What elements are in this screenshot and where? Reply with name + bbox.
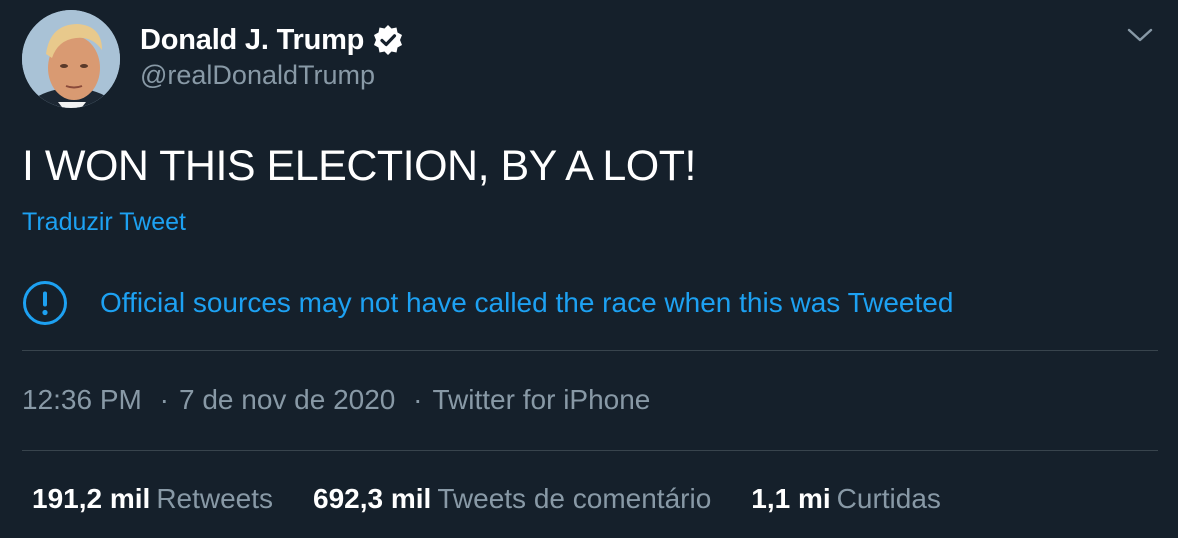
election-notice[interactable]: Official sources may not have called the… — [22, 280, 953, 326]
divider — [22, 450, 1158, 451]
tweet-meta: 12:36 PM · 7 de nov de 2020 · Twitter for … — [22, 384, 650, 416]
retweets-count: 191,2 mil — [32, 483, 151, 514]
display-name[interactable]: Donald J. Trump — [140, 24, 364, 57]
meta-separator: · — [413, 384, 423, 415]
chevron-down-icon[interactable] — [1126, 24, 1154, 46]
avatar-image — [22, 10, 120, 108]
avatar[interactable] — [22, 10, 120, 108]
exclamation-circle-icon — [22, 280, 68, 326]
retweets-stat[interactable]: 191,2 mil Retweets — [32, 483, 273, 515]
likes-label: Curtidas — [836, 483, 941, 514]
name-row: Donald J. Trump — [140, 22, 406, 58]
tweet-source[interactable]: Twitter for iPhone — [433, 384, 651, 416]
tweet-time[interactable]: 12:36 PM — [22, 384, 142, 416]
quote-tweets-stat[interactable]: 692,3 mil Tweets de comentário — [313, 483, 711, 515]
tweet-card: Donald J. Trump @realDonaldTrump I WON T… — [0, 0, 1178, 538]
tweet-date[interactable]: 7 de nov de 2020 — [179, 384, 395, 416]
divider — [22, 350, 1158, 351]
retweets-label: Retweets — [156, 483, 274, 514]
likes-stat[interactable]: 1,1 mi Curtidas — [751, 483, 941, 515]
quote-tweets-count: 692,3 mil — [313, 483, 432, 514]
tweet-text: I WON THIS ELECTION, BY A LOT! — [22, 142, 696, 190]
tweet-stats: 191,2 mil Retweets 692,3 mil Tweets de com… — [32, 483, 981, 515]
user-handle[interactable]: @realDonaldTrump — [140, 60, 375, 91]
verified-badge-icon — [370, 22, 406, 58]
meta-separator: · — [159, 384, 169, 415]
election-notice-text: Official sources may not have called the… — [100, 287, 954, 318]
quote-tweets-label: Tweets de comentário — [437, 483, 712, 514]
likes-count: 1,1 mi — [751, 483, 831, 514]
translate-tweet-link[interactable]: Traduzir Tweet — [22, 208, 186, 237]
